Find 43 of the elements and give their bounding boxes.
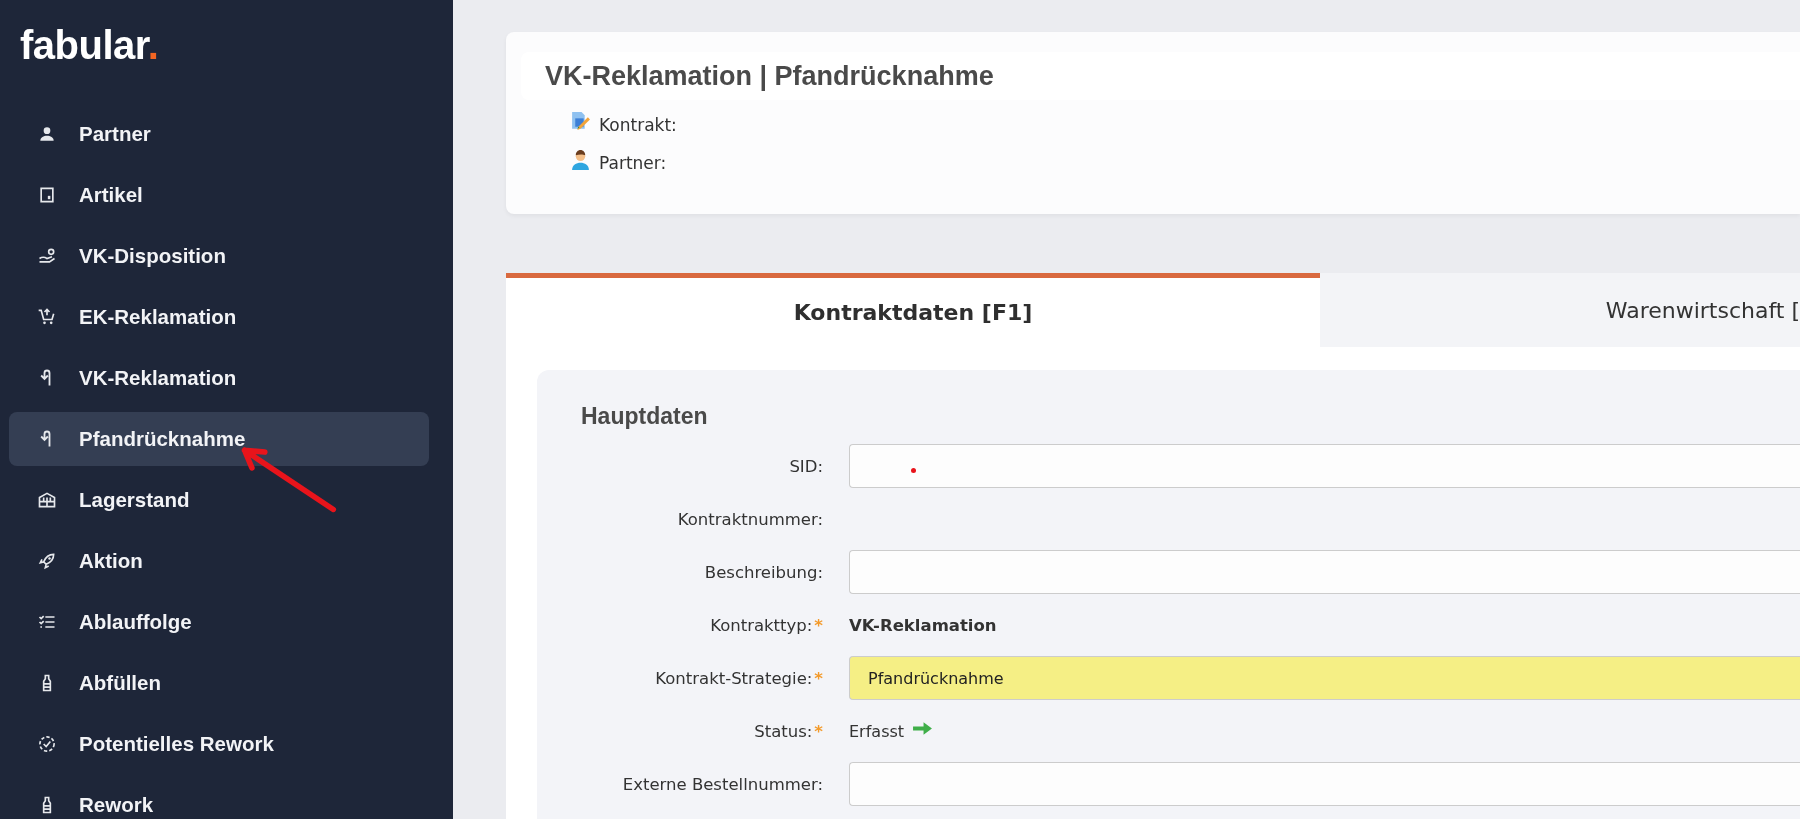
sidebar-item[interactable]: Aktion (9, 534, 429, 588)
sidebar-item[interactable]: Artikel (9, 168, 429, 222)
hand-icon (37, 246, 57, 266)
rocket-icon (37, 551, 57, 571)
input-field[interactable] (849, 762, 1800, 806)
input-field[interactable] (849, 550, 1800, 594)
field-label: SID: (788, 455, 823, 478)
sidebar-item[interactable]: Lagerstand (9, 473, 429, 527)
box-icon (37, 185, 57, 205)
detail-label: Partner: (599, 153, 667, 173)
field-label: Kontrakt-Strategie:* (654, 667, 823, 690)
annotation-dot (911, 468, 916, 473)
field-value: VK-Reklamation (849, 615, 997, 635)
sidebar-item[interactable]: Abfüllen (9, 656, 429, 710)
input-field[interactable] (849, 444, 1800, 488)
detail-label: Kontrakt: (599, 115, 677, 135)
sidebar-item[interactable]: Partner (9, 107, 429, 161)
section-title: Hauptdaten (581, 403, 709, 430)
select-field[interactable]: Pfandrücknahme (849, 656, 1800, 700)
status-value: Erfasst (849, 721, 905, 741)
page-title: VK-Reklamation | Pfandrücknahme (545, 60, 994, 92)
sidebar-item[interactable]: VK-Disposition (9, 229, 429, 283)
field-label: Kontrakttyp:* (709, 614, 823, 637)
person-icon (37, 124, 57, 144)
sidebar-item[interactable]: Rework (9, 778, 429, 819)
cart-icon (37, 307, 57, 327)
document-pen-icon (570, 110, 591, 132)
sidebar-item[interactable]: Potentielles Rework (9, 717, 429, 771)
sidebar-item[interactable]: EK-Reklamation (9, 290, 429, 344)
tab[interactable]: Warenwirtschaft [ (1320, 273, 1800, 347)
person-icon (570, 148, 591, 170)
sidebar-item[interactable]: Pfandrücknahme (9, 412, 429, 466)
field-label: Externe Bestellnummer: (621, 773, 823, 796)
field-label: Status:* (753, 720, 823, 743)
arrow-right-icon[interactable] (912, 721, 934, 736)
field-label: Beschreibung: (703, 561, 823, 584)
sidebar-item[interactable]: Ablauffolge (9, 595, 429, 649)
logo: fabular. (19, 22, 160, 69)
field-label: Kontraktnummer: (676, 508, 823, 531)
sidebar-item[interactable]: VK-Reklamation (9, 351, 429, 405)
warehouse-icon (37, 490, 57, 510)
dashed-check-icon (37, 734, 57, 754)
tab[interactable]: Kontraktdaten [F1] (506, 273, 1320, 347)
